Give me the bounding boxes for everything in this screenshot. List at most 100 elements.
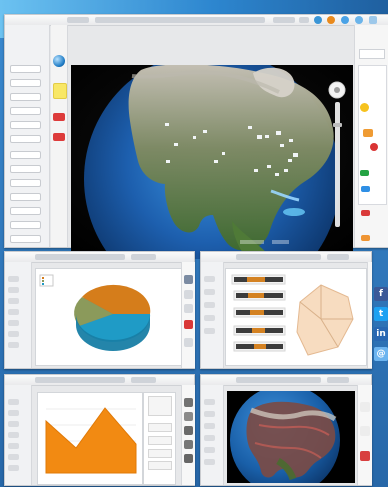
bottom-earth-side-icon-3[interactable] xyxy=(360,451,370,461)
facebook-icon[interactable]: f xyxy=(374,287,388,301)
toolbar-search[interactable] xyxy=(67,17,89,23)
toolbar-flame-icon[interactable] xyxy=(327,16,335,24)
toolbar-share-icon[interactable] xyxy=(355,16,363,24)
pie-nav-4[interactable] xyxy=(8,309,19,315)
yellow-tool-icon[interactable] xyxy=(53,83,67,99)
radar-nav-4[interactable] xyxy=(204,315,215,321)
weather-orange-icon[interactable] xyxy=(363,129,373,137)
area-toolbar-settings[interactable] xyxy=(131,377,156,383)
nav-button-6[interactable] xyxy=(10,135,41,143)
pie-toolbar-settings[interactable] xyxy=(131,254,156,260)
pie-plot-area xyxy=(35,268,182,366)
red-circle-icon[interactable] xyxy=(370,143,378,151)
toolbar-settings[interactable] xyxy=(299,17,309,23)
bottom-earth-side-icon-1[interactable] xyxy=(360,402,370,412)
area-nav-4[interactable] xyxy=(8,432,19,438)
nav-button-13[interactable] xyxy=(10,235,41,243)
orange-car-icon[interactable] xyxy=(361,235,370,241)
bottom-earth-toolbar-settings[interactable] xyxy=(327,377,349,383)
toolbar-globe-icon[interactable] xyxy=(314,16,322,24)
area-plot-area xyxy=(37,392,143,485)
toolbar-twitter-icon[interactable] xyxy=(341,16,349,24)
area-nav-3[interactable] xyxy=(8,421,19,427)
globe-icon[interactable] xyxy=(53,55,65,67)
earth-viewport[interactable] xyxy=(71,65,353,259)
toolbar-zoom[interactable] xyxy=(273,17,295,23)
area-nav-5[interactable] xyxy=(8,443,19,449)
pie-nav-7[interactable] xyxy=(8,342,19,348)
left-tool-strip xyxy=(51,25,68,247)
pie-side-icon-5[interactable] xyxy=(184,338,193,347)
nav-button-12[interactable] xyxy=(10,221,41,229)
red-tool-icon[interactable] xyxy=(53,113,65,121)
pie-nav-1[interactable] xyxy=(8,276,19,282)
radar-nav-3[interactable] xyxy=(204,302,215,308)
nav-button-11[interactable] xyxy=(10,207,41,215)
radar-left-nav xyxy=(201,262,224,368)
area-thumb-5[interactable] xyxy=(184,454,193,463)
pie-nav-2[interactable] xyxy=(8,287,19,293)
radar-toolbar-settings[interactable] xyxy=(327,254,349,260)
red-tool-icon-2[interactable] xyxy=(53,133,65,141)
green-car-icon[interactable] xyxy=(360,170,369,176)
radar-nav-2[interactable] xyxy=(204,289,215,295)
pie-toolbar-url[interactable] xyxy=(35,254,125,260)
radar-nav-1[interactable] xyxy=(204,276,215,282)
radar-plot-area xyxy=(225,268,367,366)
area-control-c[interactable] xyxy=(148,449,172,458)
bottom-earth-side-icon-2[interactable] xyxy=(360,426,370,436)
pie-side-icon-2[interactable] xyxy=(184,290,193,299)
area-nav-1[interactable] xyxy=(8,399,19,405)
area-left-nav xyxy=(5,385,32,485)
twitter-icon[interactable]: t xyxy=(374,307,388,321)
area-thumb-3[interactable] xyxy=(184,426,193,435)
pie-slices[interactable] xyxy=(74,284,151,351)
linkedin-icon[interactable]: in xyxy=(374,327,388,341)
right-panel-search[interactable] xyxy=(359,49,385,59)
nav-button-8[interactable] xyxy=(10,165,41,173)
nav-button-9[interactable] xyxy=(10,179,41,187)
area-toolbar-url[interactable] xyxy=(35,377,125,383)
radar-toolbar-url[interactable] xyxy=(236,254,321,260)
nav-button-10[interactable] xyxy=(10,193,41,201)
area-thumb-1[interactable] xyxy=(184,398,193,407)
pie-nav-6[interactable] xyxy=(8,331,19,337)
bottom-earth-nav-4[interactable] xyxy=(204,435,215,441)
area-thumb-4[interactable] xyxy=(184,440,193,449)
blue-car-icon[interactable] xyxy=(361,186,370,192)
area-control-b[interactable] xyxy=(148,436,172,445)
area-control-a[interactable] xyxy=(148,423,172,432)
bottom-earth-screen xyxy=(200,374,372,486)
pie-side-icon-3[interactable] xyxy=(184,304,193,313)
nav-button-2[interactable] xyxy=(10,79,41,87)
area-nav-7[interactable] xyxy=(8,465,19,471)
radar-nav-5[interactable] xyxy=(204,328,215,334)
red-car-icon[interactable] xyxy=(361,210,370,216)
pie-nav-3[interactable] xyxy=(8,298,19,304)
nav-button-1[interactable] xyxy=(10,65,41,73)
area-control-list[interactable] xyxy=(148,396,172,416)
area-nav-6[interactable] xyxy=(8,454,19,460)
email-icon[interactable]: @ xyxy=(374,347,388,361)
bottom-earth-toolbar-url[interactable] xyxy=(236,377,321,383)
bottom-earth-nav-2[interactable] xyxy=(204,411,215,417)
bottom-earth-viewport[interactable] xyxy=(227,391,355,483)
area-nav-2[interactable] xyxy=(8,410,19,416)
bottom-earth-nav-6[interactable] xyxy=(204,459,215,465)
bottom-earth-nav-1[interactable] xyxy=(204,399,215,405)
pie-side-icon-4[interactable] xyxy=(184,320,193,329)
area-control-d[interactable] xyxy=(148,461,172,470)
nav-button-5[interactable] xyxy=(10,121,41,129)
bottom-earth-nav-3[interactable] xyxy=(204,423,215,429)
toolbar-url[interactable] xyxy=(95,17,265,23)
nav-button-7[interactable] xyxy=(10,151,41,159)
bottom-earth-nav-5[interactable] xyxy=(204,447,215,453)
nav-button-4[interactable] xyxy=(10,107,41,115)
weather-sun-icon[interactable] xyxy=(360,103,369,112)
pie-side-icon-1[interactable] xyxy=(184,275,193,284)
pie-nav-5[interactable] xyxy=(8,320,19,326)
nav-button-3[interactable] xyxy=(10,93,41,101)
area-thumb-2[interactable] xyxy=(184,412,193,421)
area-screen xyxy=(4,374,195,486)
toolbar-mail-icon[interactable] xyxy=(369,16,377,24)
